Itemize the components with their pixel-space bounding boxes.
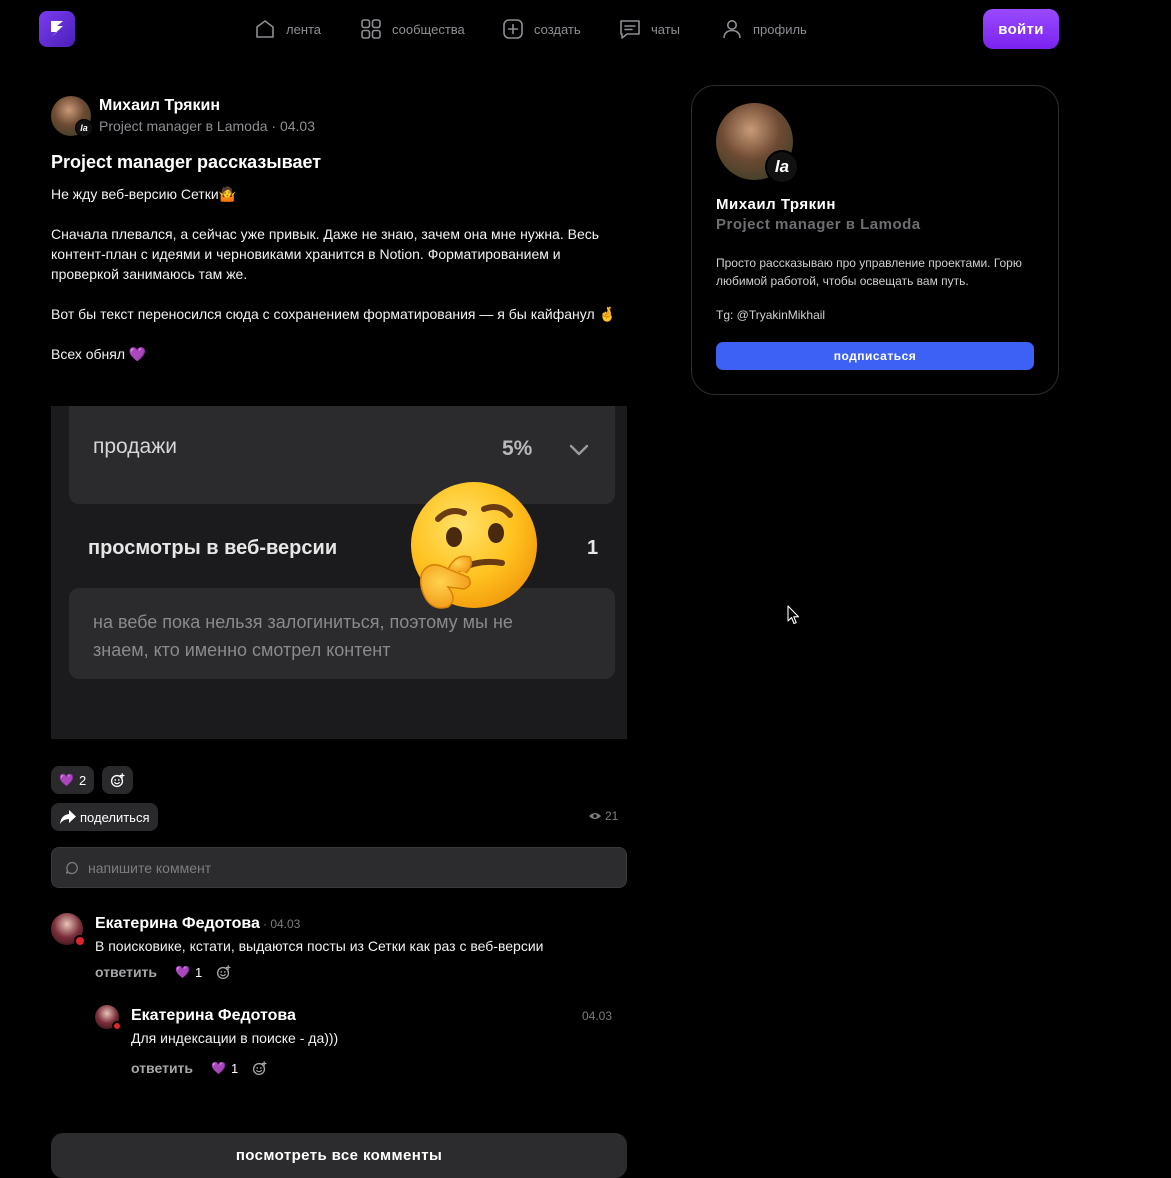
like-count: 1	[230, 1060, 239, 1076]
red-badge-icon	[112, 1021, 122, 1031]
chevron-down-icon	[569, 444, 589, 456]
add-reaction-icon	[111, 772, 125, 787]
purple-heart-icon: 💜	[211, 1061, 226, 1075]
post-image[interactable]: продажи 5% просмотры в веб-версии 1 на в…	[51, 406, 627, 739]
view-count: 21	[588, 809, 618, 823]
profile-telegram[interactable]: Tg: @TryakinMikhail	[716, 308, 825, 322]
heart-reaction[interactable]: 💜 2	[51, 766, 95, 794]
post-reactions: 💜 2	[51, 766, 134, 794]
avatar[interactable]: la	[51, 96, 93, 137]
add-reaction-icon[interactable]	[216, 964, 231, 980]
web-views-label: просмотры в веб-версии	[88, 537, 338, 559]
comment-like[interactable]: 💜 1	[211, 1061, 238, 1076]
company-badge: la	[765, 150, 799, 184]
author-meta: Project manager в Lamoda · 04.03	[99, 118, 316, 134]
share-button[interactable]: поделиться	[51, 803, 159, 831]
post-paragraph: Не жду веб-версию Сетки🤷	[51, 186, 237, 202]
comment-date: 04.03	[582, 1009, 613, 1023]
nav-feed-label: лента	[286, 21, 322, 37]
comment-reply: Екатерина Федотова 04.03 Для индексации …	[95, 1005, 615, 1076]
comment: Екатерина Федотова · 04.03 В поисковике,…	[51, 913, 627, 983]
like-count: 1	[194, 964, 203, 980]
post-body: Не жду веб-версию Сетки🤷 Сначала плевалс…	[51, 184, 627, 364]
view-all-comments-button[interactable]: посмотреть все комменты	[51, 1133, 627, 1178]
post-paragraph	[51, 324, 627, 344]
nav-profile[interactable]: профиль	[721, 16, 807, 42]
comment-field[interactable]	[51, 847, 627, 888]
nav-communities-label: сообщества	[392, 21, 465, 37]
heart-count: 2	[78, 772, 87, 788]
share-label: поделиться	[80, 809, 150, 825]
nav-communities[interactable]: сообщества	[360, 16, 465, 42]
post-paragraph: Сначала плевался, а сейчас уже привык. Д…	[51, 226, 600, 282]
comment-author[interactable]: Екатерина Федотова	[95, 915, 260, 933]
nav-chats-label: чаты	[651, 21, 681, 37]
avatar[interactable]	[95, 1005, 122, 1031]
profile-bio: Просто рассказываю про управление проект…	[716, 256, 1022, 288]
comment-like[interactable]: 💜 1	[175, 965, 202, 980]
web-views-count: 1	[587, 537, 599, 559]
add-reaction-button[interactable]	[102, 766, 134, 794]
post-paragraph: Всех обнял 💜	[51, 346, 147, 362]
profile-name[interactable]: Михаил Трякин	[716, 196, 836, 213]
plus-square-icon	[503, 19, 523, 39]
nav-create-label: создать	[534, 21, 581, 37]
view-count-value: 21	[605, 809, 619, 823]
sales-label: продажи	[93, 435, 177, 458]
note-text: на вебе пока нельзя залогиниться, поэтом…	[93, 612, 513, 660]
mouse-cursor-icon	[787, 605, 800, 625]
avatar[interactable]	[51, 913, 86, 947]
grid-icon	[361, 19, 381, 39]
reply-button[interactable]: ответить	[95, 964, 157, 980]
post-author[interactable]: la Михаил Трякин Project manager в Lamod…	[51, 96, 627, 137]
purple-heart-icon: 💜	[175, 965, 190, 979]
reply-button[interactable]: ответить	[131, 1060, 193, 1076]
post-paragraph: Вот бы текст переносился сюда с сохранен…	[51, 306, 616, 322]
add-reaction-icon[interactable]	[252, 1060, 267, 1076]
comment-bubble-icon	[65, 861, 78, 874]
subscribe-button[interactable]: подписаться	[716, 342, 1034, 370]
comment-text: В поисковике, кстати, выдаются посты из …	[95, 938, 544, 954]
comment-author[interactable]: Екатерина Федотова	[131, 1007, 296, 1025]
thinking-face-emoji-icon	[411, 482, 537, 609]
nav-profile-label: профиль	[753, 21, 807, 37]
logo-icon	[51, 21, 63, 37]
post: la Михаил Трякин Project manager в Lamod…	[51, 96, 627, 1178]
app-logo[interactable]	[39, 11, 75, 47]
nav-chats[interactable]: чаты	[619, 16, 680, 42]
comment-input[interactable]	[88, 859, 568, 876]
company-badge: la	[75, 119, 93, 137]
author-name[interactable]: Михаил Трякин	[99, 96, 315, 116]
share-arrow-icon	[60, 810, 76, 824]
comment-actions: ответить 💜 1	[95, 964, 231, 980]
purple-heart-icon: 💜	[59, 773, 74, 787]
login-button[interactable]: войти	[983, 9, 1059, 49]
eye-icon	[589, 813, 601, 819]
profile-card: la Михаил Трякин Project manager в Lamod…	[691, 85, 1059, 395]
comment-date: · 04.03	[263, 917, 301, 931]
user-icon	[723, 20, 741, 39]
nav-create[interactable]: создать	[502, 16, 581, 42]
chat-icon	[620, 20, 640, 39]
home-icon	[256, 20, 274, 38]
profile-role: Project manager в Lamoda	[716, 216, 921, 233]
post-paragraph	[51, 204, 627, 224]
nav-feed[interactable]: лента	[254, 16, 321, 42]
comment-actions: ответить 💜 1	[131, 1060, 267, 1076]
sales-percent: 5%	[502, 437, 533, 460]
avatar[interactable]: la	[716, 103, 799, 184]
post-title: Project manager рассказывает	[51, 152, 322, 172]
comment-text: Для индексации в поиске - да)))	[131, 1030, 339, 1046]
red-badge-icon	[74, 935, 86, 947]
post-paragraph	[51, 284, 627, 304]
